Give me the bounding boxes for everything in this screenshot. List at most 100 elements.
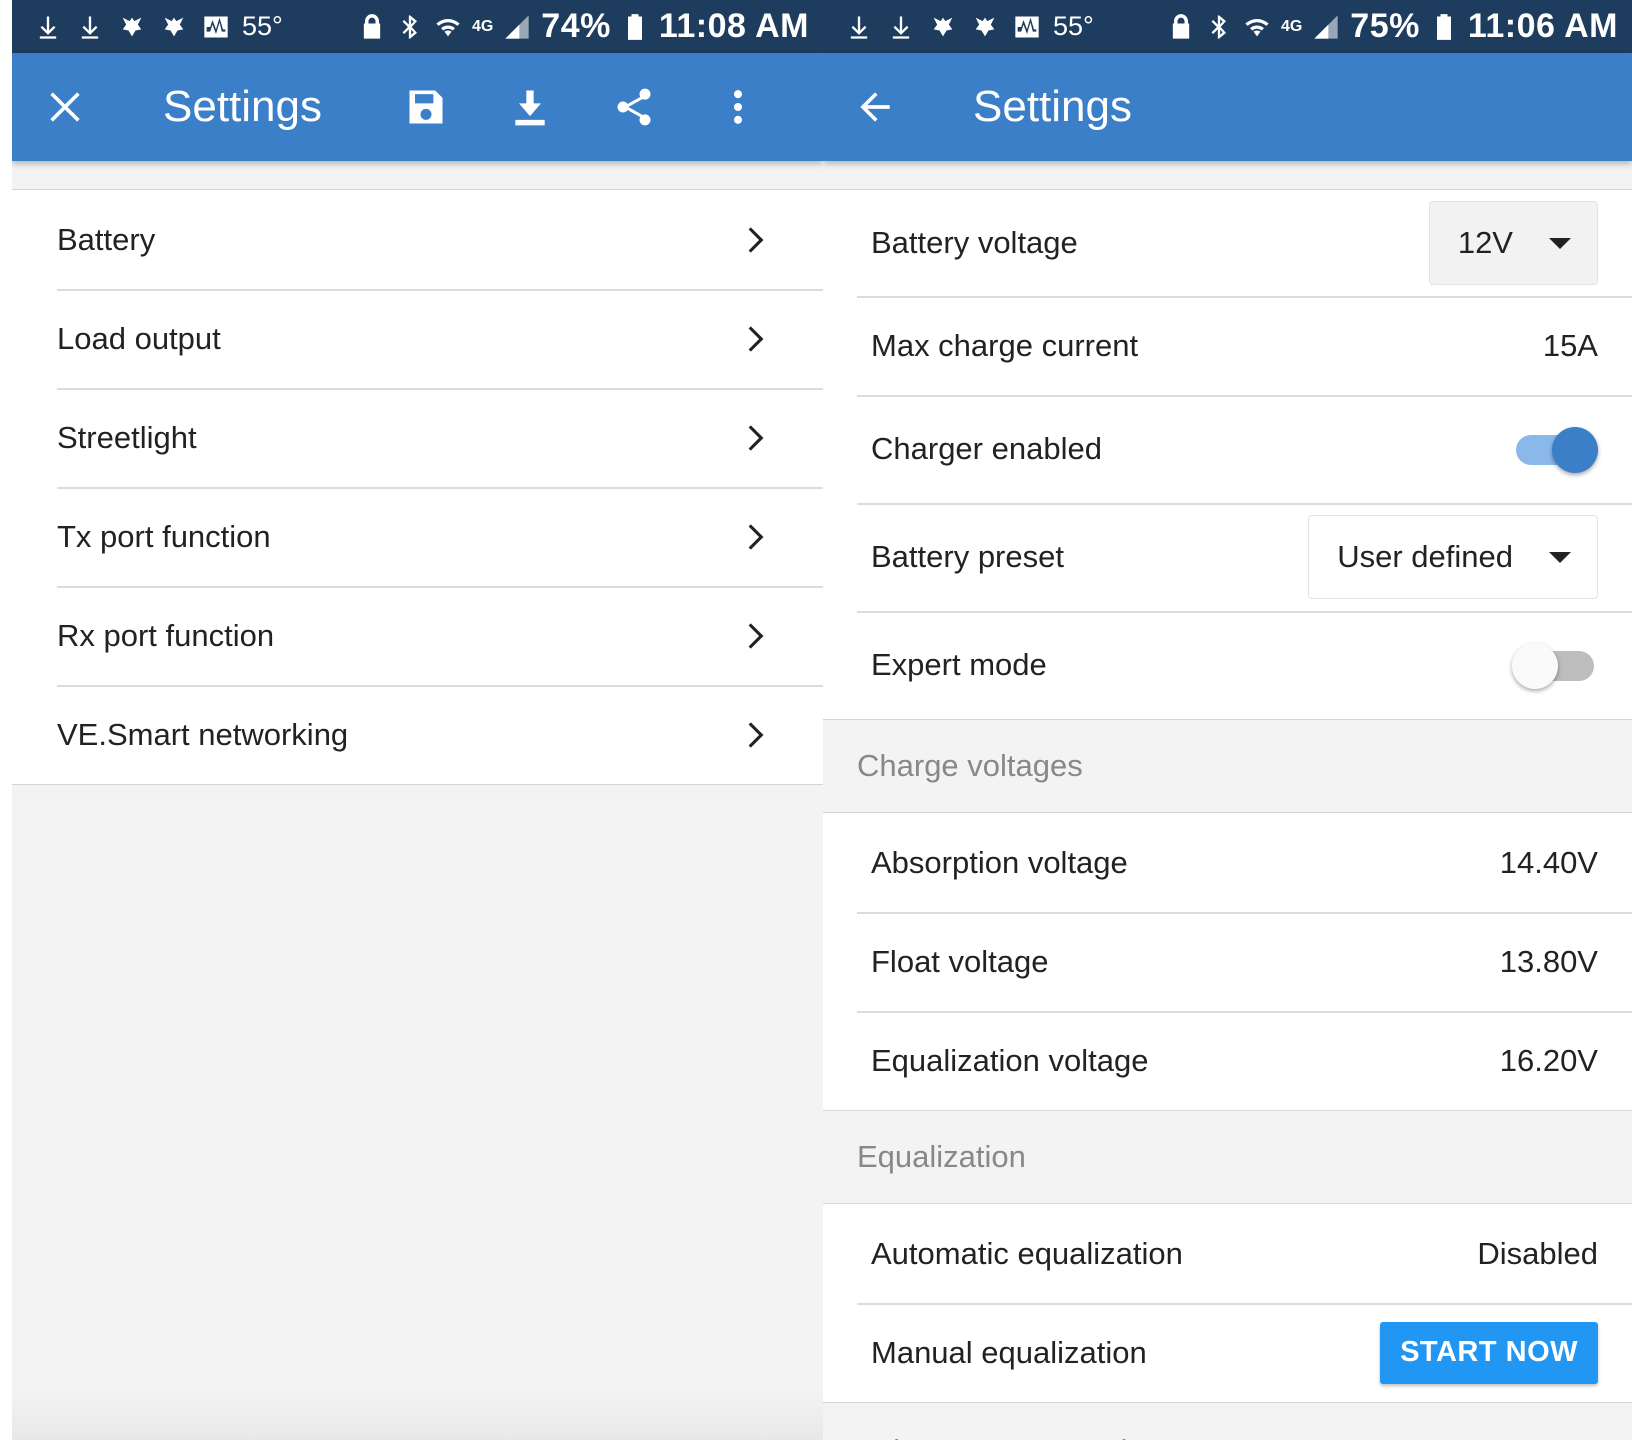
chevron-right-icon [748,523,764,550]
toggle-knob [1512,643,1558,689]
battery-voltage-row: Battery voltage 12V [823,190,1632,296]
network-type: 4G [1280,17,1303,35]
manual-equalization-row: Manual equalization START NOW [823,1303,1632,1402]
download-button[interactable] [502,79,558,135]
menu-item-ve-smart-networking[interactable]: VE.Smart networking [12,685,823,784]
lock-icon [1172,13,1190,39]
wifi-icon [1245,18,1269,36]
close-icon [50,92,80,122]
battery-settings-list: Battery voltage 12V Max charge current 1… [823,189,1632,1440]
chevron-right-icon [748,622,764,649]
battery-voltage-value: 12V [1457,225,1513,260]
bluetooth-icon [1211,14,1226,39]
chevron-right-icon [748,325,764,352]
absorption-voltage-value: 14.40V [1499,844,1598,880]
expert-mode-label: Expert mode [871,647,1047,682]
equalization-voltage-row[interactable]: Equalization voltage 16.20V [823,1011,1632,1110]
charger-enabled-toggle[interactable] [1512,427,1598,473]
max-charge-current-row[interactable]: Max charge current 15A [823,296,1632,395]
equalization-group: Automatic equalization Disabled Manual e… [823,1204,1632,1402]
weather-temperature: 55° [1053,11,1094,41]
charger-enabled-label: Charger enabled [871,431,1102,466]
section-header-voltage-compensation: Voltage compensation [823,1402,1632,1440]
clock: 11:08 AM [658,7,809,45]
battery-percent: 75% [1350,7,1420,45]
menu-item-tx-port-function[interactable]: Tx port function [12,487,823,586]
battery-preset-label: Battery preset [871,539,1064,574]
close-button[interactable] [37,79,93,135]
signal-icon [505,14,529,39]
settings-menu-screen: 55° 4G 74% 11:08 AM Settings Battery Loa… [12,0,823,1440]
menu-item-label: Streetlight [57,419,197,455]
clock: 11:06 AM [1467,7,1618,45]
battery-voltage-label: Battery voltage [871,225,1078,260]
battery-voltage-dropdown[interactable]: 12V [1428,201,1598,285]
menu-item-label: Tx port function [57,518,271,554]
app-notification-icon [164,17,184,36]
float-voltage-row[interactable]: Float voltage 13.80V [823,912,1632,1011]
section-header-charge-voltages: Charge voltages [823,719,1632,813]
chevron-right-icon [748,424,764,451]
battery-preset-dropdown[interactable]: User defined [1308,515,1598,599]
equalization-voltage-value: 16.20V [1499,1042,1598,1078]
page-title: Settings [973,82,1132,131]
settings-menu: Battery Load output Streetlight Tx port … [12,189,823,1440]
max-charge-current-value: 15A [1542,327,1598,363]
lock-icon [363,13,381,39]
absorption-voltage-row[interactable]: Absorption voltage 14.40V [823,813,1632,912]
status-bar: 55° 4G 75% 11:06 AM [823,0,1632,53]
activity-icon [1015,16,1039,37]
menu-item-load-output[interactable]: Load output [12,289,823,388]
app-notification-icon [933,17,953,36]
battery-icon [627,13,642,40]
max-charge-current-label: Max charge current [871,327,1139,363]
manual-equalization-label: Manual equalization [871,1334,1147,1370]
automatic-equalization-row[interactable]: Automatic equalization Disabled [823,1204,1632,1303]
section-header-equalization: Equalization [823,1110,1632,1204]
dropdown-arrow-icon [1549,551,1571,563]
battery-settings-group: Battery voltage 12V Max charge current 1… [823,190,1632,719]
chevron-right-icon [748,721,764,748]
chevron-right-icon [748,226,764,253]
menu-item-battery[interactable]: Battery [12,190,823,289]
charge-voltages-group: Absorption voltage 14.40V Float voltage … [823,813,1632,1110]
dropdown-arrow-icon [1549,237,1571,249]
battery-preset-value: User defined [1337,539,1513,574]
back-button[interactable] [847,79,903,135]
share-button[interactable] [606,79,662,135]
expert-mode-toggle[interactable] [1512,643,1598,689]
save-icon [409,90,443,124]
signal-icon [1314,14,1338,39]
more-vert-icon [733,90,743,124]
charger-enabled-row: Charger enabled [823,395,1632,503]
download-icon [515,90,545,126]
status-bar: 55° 4G 74% 11:08 AM [12,0,823,53]
automatic-equalization-label: Automatic equalization [871,1235,1183,1271]
float-voltage-value: 13.80V [1499,943,1598,979]
menu-item-label: VE.Smart networking [57,716,349,752]
page-title: Settings [163,82,322,131]
battery-preset-row: Battery preset User defined [823,503,1632,611]
app-bar: Settings [823,53,1632,161]
download-notification-icon [81,16,99,39]
bluetooth-icon [402,14,417,39]
battery-icon [1436,13,1451,40]
app-notification-icon [122,17,142,36]
float-voltage-label: Float voltage [871,943,1049,979]
menu-item-rx-port-function[interactable]: Rx port function [12,586,823,685]
share-icon [617,88,651,126]
save-button[interactable] [398,79,454,135]
network-type: 4G [471,17,494,35]
menu-item-label: Load output [57,320,221,356]
menu-item-streetlight[interactable]: Streetlight [12,388,823,487]
app-notification-icon [975,17,995,36]
download-notification-icon [850,16,868,39]
more-options-button[interactable] [710,79,766,135]
start-now-button[interactable]: START NOW [1380,1321,1598,1384]
activity-icon [204,16,228,37]
download-notification-icon [892,16,910,39]
menu-item-label: Rx port function [57,617,275,653]
equalization-voltage-label: Equalization voltage [871,1042,1149,1078]
app-bar: Settings [12,53,823,161]
battery-settings-screen: 55° 4G 75% 11:06 AM Settings Battery vol… [823,0,1632,1440]
